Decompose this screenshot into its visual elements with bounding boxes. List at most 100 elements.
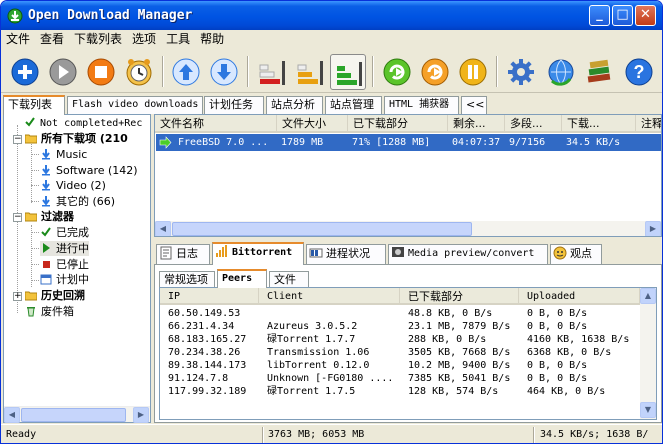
bittorrent-subtabs: 常规选项 Peers 文件 — [159, 269, 659, 288]
scroll-left-arrow[interactable]: ◀ — [4, 407, 20, 423]
scroll-down-arrow[interactable]: ▼ — [640, 402, 656, 418]
tree-horizontal-scrollbar[interactable]: ◀ ▶ — [4, 406, 150, 423]
tab-bittorrent[interactable]: Bittorrent — [212, 242, 304, 265]
books-button[interactable] — [581, 54, 617, 90]
menu-tools[interactable]: 工具 — [161, 30, 195, 49]
tree-item-music[interactable]: Music — [40, 147, 87, 162]
menu-view[interactable]: 查看 — [35, 30, 69, 49]
scheduler-button[interactable] — [121, 54, 157, 90]
collapse-toggle-all[interactable]: − — [13, 135, 22, 144]
tree-item-scheduled[interactable]: 计划中 — [40, 272, 89, 287]
tab-peers[interactable]: Peers — [217, 269, 267, 288]
minimize-button[interactable]: _ — [589, 5, 610, 26]
app-icon — [7, 8, 23, 24]
tree-item-history[interactable]: 历史回溯 — [24, 288, 85, 303]
speed-low-button[interactable] — [254, 54, 290, 90]
speed-medium-button[interactable] — [292, 54, 328, 90]
column-remaining[interactable]: 剩余... — [448, 115, 505, 133]
menu-help[interactable]: 帮助 — [195, 30, 229, 49]
peer-row[interactable]: 89.38.144.173 libTorrent 0.12.0 10.2 MB, 9… — [160, 359, 640, 372]
scroll-up-arrow[interactable]: ▲ — [640, 288, 656, 304]
tree-item-filters[interactable]: 过滤器 — [24, 209, 74, 224]
tab-html-spider[interactable]: HTML 捕获器 — [384, 96, 459, 114]
peer-row[interactable]: 91.124.7.8 Unknown [-FG0180 .... 7385 KB, … — [160, 372, 640, 385]
download-file-size: 1789 MB — [281, 137, 324, 148]
tree-item-in-progress[interactable]: 进行中 — [40, 241, 89, 256]
peers-list: IP Client 已下载部分 Uploaded 60.50.149.53 48.… — [159, 287, 657, 420]
tree-item-recycle-bin[interactable]: 废件箱 — [25, 304, 74, 319]
help-button[interactable]: ? — [621, 54, 657, 90]
column-uploaded[interactable]: Uploaded — [519, 288, 640, 305]
tab-flash-video[interactable]: Flash video downloads — [67, 96, 203, 114]
menu-download-list[interactable]: 下载列表 — [69, 30, 127, 49]
scroll-right-arrow[interactable]: ▶ — [133, 407, 149, 423]
tree-item-video[interactable]: Video (2) — [40, 178, 106, 193]
menu-bar: 文件 查看 下载列表 选项 工具 帮助 — [1, 30, 662, 49]
title-bar[interactable]: Open Download Manager _ □ ✕ — [1, 1, 662, 30]
peer-client: 碌Torrent 1.7.5 — [267, 386, 356, 397]
column-ip[interactable]: IP — [160, 288, 259, 305]
download-list: 文件名称 文件大小 已下载部分 剩余... 多段... 下载... 注释 Fre… — [154, 114, 662, 237]
tab-log[interactable]: 日志 — [156, 244, 210, 264]
peer-row[interactable]: 68.183.165.27 碌Torrent 1.7.7 288 KB, 0 B/s… — [160, 333, 640, 346]
peer-row[interactable]: 60.50.149.53 48.8 KB, 0 B/s 0 B, 0 B/s — [160, 307, 640, 320]
close-button[interactable]: ✕ — [635, 5, 656, 26]
tab-media-preview[interactable]: Media preview/convert — [388, 244, 548, 264]
peer-row[interactable]: 117.99.32.189 碌Torrent 1.7.5 128 KB, 574 B… — [160, 385, 640, 398]
column-speed[interactable]: 下载... — [562, 115, 636, 133]
scroll-left-arrow[interactable]: ◀ — [155, 221, 171, 236]
maximize-button[interactable]: □ — [612, 5, 633, 26]
column-client[interactable]: Client — [259, 288, 400, 305]
download-row[interactable]: FreeBSD 7.0 ... 1789 MB 71% [1288 MB] 04… — [156, 134, 661, 151]
tab-files[interactable]: 文件 — [269, 271, 309, 288]
expand-toggle-history[interactable]: + — [13, 292, 22, 301]
download-list-horizontal-scrollbar[interactable]: ◀ ▶ — [155, 221, 661, 236]
speed-high-button[interactable] — [330, 54, 366, 90]
stop-button[interactable] — [83, 54, 119, 90]
tab-site-manager[interactable]: 站点管理 — [325, 96, 382, 114]
tree-item-software[interactable]: Software (142) — [40, 163, 138, 178]
start-button[interactable] — [45, 54, 81, 90]
tab-opinions[interactable]: 观点 — [550, 244, 602, 264]
refresh-green-button[interactable] — [379, 54, 415, 90]
tree-item-all-downloads[interactable]: 所有下载项 (210 — [24, 131, 128, 146]
play-icon — [49, 58, 77, 86]
column-file-name[interactable]: 文件名称 — [155, 115, 277, 133]
update-button[interactable] — [543, 54, 579, 90]
scroll-right-arrow[interactable]: ▶ — [645, 221, 661, 236]
scroll-thumb[interactable] — [21, 408, 126, 422]
column-comment[interactable]: 注释 — [636, 115, 661, 133]
add-download-button[interactable] — [7, 54, 43, 90]
column-sections[interactable]: 多段... — [505, 115, 562, 133]
tab-site-analysis[interactable]: 站点分析 — [266, 96, 323, 114]
column-file-size[interactable]: 文件大小 — [277, 115, 348, 133]
peer-downloaded: 3505 KB, 7668 B/s — [408, 347, 511, 358]
site-manager-button[interactable] — [455, 54, 491, 90]
tab-general-options[interactable]: 常规选项 — [159, 271, 215, 288]
column-peer-downloaded[interactable]: 已下载部分 — [400, 288, 519, 305]
tab-scheduler[interactable]: 计划任务 — [204, 96, 264, 114]
tree-item-not-completed[interactable]: Not completed+Rec — [24, 116, 142, 131]
tab-download-list[interactable]: 下载列表 — [3, 95, 65, 115]
peer-downloaded: 10.2 MB, 9400 B/s — [408, 360, 511, 371]
menu-file[interactable]: 文件 — [1, 30, 35, 49]
tree-item-stopped[interactable]: 已停止 — [40, 257, 89, 272]
refresh-orange-button[interactable] — [417, 54, 453, 90]
tree-item-other[interactable]: 其它的 (66) — [40, 194, 115, 209]
arrow-up-icon — [172, 58, 200, 86]
speed-high-icon — [337, 62, 362, 86]
menu-options[interactable]: 选项 — [127, 30, 161, 49]
column-downloaded[interactable]: 已下载部分 — [348, 115, 448, 133]
peers-vertical-scrollbar[interactable]: ▲ ▼ — [640, 288, 656, 419]
tab-scroll-left[interactable]: << — [461, 96, 487, 114]
settings-button[interactable] — [503, 54, 539, 90]
tab-progress[interactable]: 进程状况 — [306, 244, 386, 264]
move-up-button[interactable] — [168, 54, 204, 90]
scroll-thumb[interactable] — [172, 222, 472, 236]
move-down-button[interactable] — [206, 54, 242, 90]
status-disk: 3763 MB; 6053 MB — [268, 429, 365, 440]
peer-row[interactable]: 66.231.4.34 Azureus 3.0.5.2 23.1 MB, 7879 … — [160, 320, 640, 333]
collapse-toggle-filters[interactable]: − — [13, 213, 22, 222]
tree-item-completed[interactable]: 已完成 — [40, 225, 89, 240]
peer-row[interactable]: 70.234.38.26 Transmission 1.06 3505 KB, 76… — [160, 346, 640, 359]
